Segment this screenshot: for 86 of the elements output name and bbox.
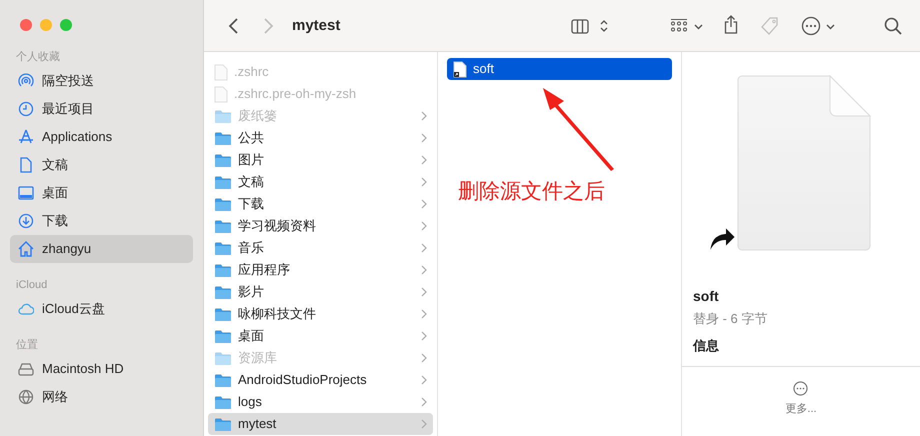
home-icon <box>18 241 34 257</box>
sidebar-item[interactable]: Macintosh HD <box>10 355 193 383</box>
folder-icon <box>214 394 232 410</box>
folder-icon <box>214 108 232 124</box>
alias-file-icon <box>453 60 467 78</box>
desktop-icon <box>18 185 34 201</box>
chevron-right-icon <box>421 133 427 143</box>
file-row[interactable]: 音乐 <box>208 237 433 259</box>
sidebar-item[interactable]: zhangyu <box>10 235 193 263</box>
folder-icon <box>214 152 232 168</box>
chevron-right-icon <box>421 353 427 363</box>
folder-icon <box>214 372 232 388</box>
file-row[interactable]: mytest <box>208 413 433 435</box>
file-row[interactable]: 下载 <box>208 193 433 215</box>
folder-icon <box>214 284 232 300</box>
file-row[interactable]: 咏柳科技文件 <box>208 303 433 325</box>
file-icon <box>214 64 228 80</box>
window-title: mytest <box>292 16 340 36</box>
download-icon <box>18 213 34 229</box>
updown-icon[interactable] <box>600 19 608 33</box>
folder-icon <box>214 306 232 322</box>
file-row[interactable]: soft <box>447 58 672 80</box>
file-row[interactable]: logs <box>208 391 433 413</box>
sidebar-item[interactable]: 下载 <box>10 207 193 235</box>
apps-icon <box>18 129 34 145</box>
file-row[interactable]: 影片 <box>208 281 433 303</box>
folder-icon <box>214 196 232 212</box>
column-view-icon[interactable] <box>571 19 589 34</box>
globe-icon <box>18 389 34 405</box>
chevron-right-icon <box>421 375 427 385</box>
annotation-text: 删除源文件之后 <box>458 179 605 205</box>
file-row[interactable]: 公共 <box>208 127 433 149</box>
cloud-icon <box>18 301 34 317</box>
chevron-right-icon <box>421 265 427 275</box>
folder-icon <box>214 262 232 278</box>
airdrop-icon <box>18 73 34 89</box>
sidebar-item[interactable]: 隔空投送 <box>10 67 193 95</box>
file-row[interactable]: 桌面 <box>208 325 433 347</box>
grid-icon[interactable] <box>670 18 688 33</box>
chevron-down-icon[interactable] <box>694 24 703 30</box>
file-row[interactable]: 应用程序 <box>208 259 433 281</box>
chevron-right-icon <box>421 331 427 341</box>
chevron-right-icon <box>421 397 427 407</box>
sidebar-item[interactable]: 网络 <box>10 383 193 411</box>
chevron-right-icon <box>421 221 427 231</box>
clock-icon <box>18 101 34 117</box>
section-header: iCloud <box>15 278 48 292</box>
document-icon <box>18 157 34 173</box>
sidebar-item[interactable]: 文稿 <box>10 151 193 179</box>
file-name: soft <box>693 287 720 306</box>
folder-icon <box>214 328 232 344</box>
folder-icon <box>214 174 232 190</box>
file-row[interactable]: 图片 <box>208 149 433 171</box>
file-kind: 替身 - 6 字节 <box>693 310 768 328</box>
sidebar-item[interactable]: iCloud云盘 <box>10 295 193 323</box>
chevron-right-icon <box>421 309 427 319</box>
folder-icon <box>214 240 232 256</box>
chevron-right-icon <box>421 287 427 297</box>
chevron-right-icon <box>421 419 427 429</box>
sidebar-item[interactable]: 桌面 <box>10 179 193 207</box>
folder-icon <box>214 416 232 432</box>
chevron-right-icon <box>421 243 427 253</box>
section-header: 个人收藏 <box>15 50 61 64</box>
info-header: 信息 <box>693 336 720 354</box>
more-icon[interactable] <box>801 16 821 36</box>
file-icon <box>214 86 228 102</box>
folder-icon <box>214 350 232 366</box>
folder-icon <box>214 130 232 146</box>
chevron-down-icon[interactable] <box>826 24 835 30</box>
back-button[interactable] <box>228 17 240 35</box>
more-icon <box>793 381 808 396</box>
more-button[interactable]: 更多... <box>785 381 817 418</box>
file-row[interactable]: 学习视频资料 <box>208 215 433 237</box>
file-row[interactable]: 文稿 <box>208 171 433 193</box>
chevron-right-icon <box>421 111 427 121</box>
disk-icon <box>18 361 34 377</box>
sidebar-item[interactable]: Applications <box>10 123 193 151</box>
search-icon[interactable] <box>884 17 902 35</box>
section-header: 位置 <box>15 338 39 352</box>
file-row[interactable]: AndroidStudioProjects <box>208 369 433 391</box>
chevron-right-icon <box>421 155 427 165</box>
chevron-right-icon <box>421 199 427 209</box>
sidebar-item[interactable]: 最近项目 <box>10 95 193 123</box>
share-icon[interactable] <box>724 15 738 34</box>
chevron-right-icon <box>421 177 427 187</box>
folder-icon <box>214 218 232 234</box>
